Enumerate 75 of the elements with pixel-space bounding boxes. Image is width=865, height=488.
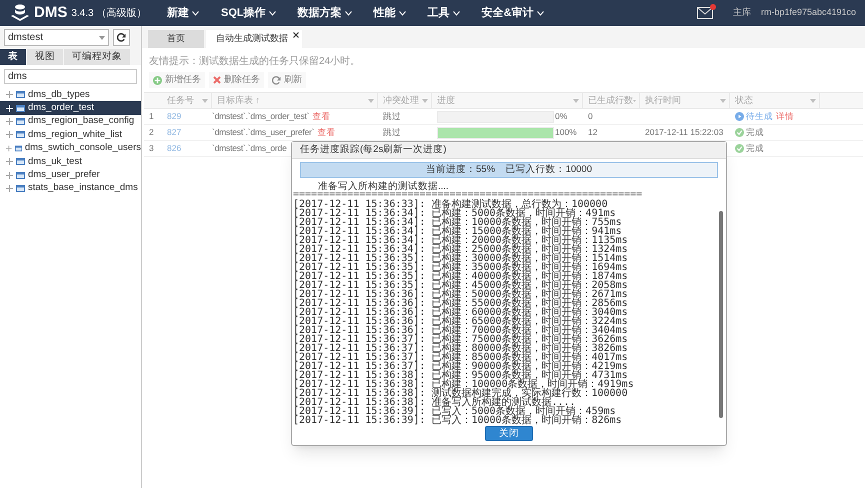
table-cell: 2017-12-11 15:22:03 bbox=[645, 126, 724, 139]
status-text: 完成 bbox=[746, 142, 764, 155]
database-select[interactable]: dmstest bbox=[4, 29, 109, 46]
separator-line: ========================================================== bbox=[293, 191, 644, 200]
log-line: [2017-12-11 15:36:37]: 已构建：80000条数据，时间开销：3826ms bbox=[293, 344, 629, 353]
log-line: [2017-12-11 15:36:37]: 已构建：75000条数据，时间开销：3626ms bbox=[293, 335, 629, 344]
log-line: [2017-12-11 15:36:36]: 已构建：60000条数据，时间开销：3040ms bbox=[293, 308, 629, 317]
tree-item[interactable]: dms_region_white_list bbox=[0, 128, 141, 142]
row-number: 1 bbox=[148, 110, 155, 123]
table-cell: 0 bbox=[588, 110, 593, 123]
log-line: [2017-12-11 15:36:38]: 已构建：100000条数据，时间开销：4919ms bbox=[293, 380, 635, 389]
status-text: 完成 bbox=[746, 126, 764, 139]
menu-item[interactable]: 性能 bbox=[374, 4, 406, 22]
log-line: [2017-12-11 15:36:34]: 已构建：25000条数据，时间开销：1324ms bbox=[293, 245, 629, 254]
log-line: [2017-12-11 15:36:34]: 已构建：5000条数据，时间开销：491ms bbox=[293, 209, 616, 218]
table-cell: 100% bbox=[555, 126, 577, 139]
toolbar-button[interactable]: 刷新 bbox=[268, 72, 306, 88]
tree-item[interactable]: dms_user_prefer bbox=[0, 168, 141, 182]
menu-item[interactable]: 新建 bbox=[167, 4, 199, 22]
log-line: [2017-12-11 15:36:36]: 已构建：50000条数据，时间开销：2671ms bbox=[293, 290, 629, 299]
log-line: [2017-12-11 15:36:38]: 测试数据构建完成，实际构建行数：100000 bbox=[293, 389, 629, 398]
close-button[interactable]: 关闭 bbox=[485, 426, 533, 441]
instance-name[interactable]: rm-bp1fe975abc4191co bbox=[761, 6, 861, 20]
dialog-title: 任务进度跟踪(每2s刷新一次进度) bbox=[292, 142, 726, 159]
status-message: 准备写入所构建的测试数据.... bbox=[317, 180, 450, 191]
log-line: [2017-12-11 15:36:33]: 准备构建测试数据，总行数为：100000 bbox=[293, 200, 608, 209]
role-label: 主库 bbox=[733, 6, 751, 20]
log-line: [2017-12-11 15:36:39]: 已写入：10000条数据，时间开销：826ms bbox=[293, 416, 623, 425]
log-line: [2017-12-11 15:36:36]: 已构建：65000条数据，时间开销：3224ms bbox=[293, 317, 629, 326]
table-cell: `dmstest`.`dms_user_prefer` bbox=[212, 126, 314, 139]
status-text: 待生成 bbox=[746, 110, 773, 123]
tree-item[interactable]: dms_swtich_console_users bbox=[0, 142, 141, 155]
menu-item[interactable]: 安全&审计 bbox=[482, 4, 544, 22]
table-cell: `dmstest`.`dms_orde bbox=[212, 142, 287, 155]
toolbar-button[interactable]: 删除任务 bbox=[209, 72, 264, 88]
table-cell: 跳过 bbox=[383, 110, 401, 123]
log-line: [2017-12-11 15:36:34]: 已构建：20000条数据，时间开销：1135ms bbox=[293, 236, 629, 245]
app-version: 3.4.3 （高级版） bbox=[71, 6, 146, 20]
table-cell: 跳过 bbox=[383, 126, 401, 139]
log-line: [2017-12-11 15:36:35]: 已构建：45000条数据，时间开销：2058ms bbox=[293, 281, 629, 290]
tree-item[interactable]: dms_uk_test bbox=[0, 154, 141, 168]
page-tab[interactable]: 自动生成测试数据 bbox=[206, 30, 302, 48]
sidebar-tab[interactable]: 视图 bbox=[26, 49, 63, 65]
table-cell: 12 bbox=[588, 126, 598, 139]
log-line: [2017-12-11 15:36:35]: 已构建：30000条数据，时间开销：1514ms bbox=[293, 254, 629, 263]
sidebar-tab[interactable]: 可编程对象 bbox=[63, 49, 130, 65]
log-line: [2017-12-11 15:36:36]: 已构建：55000条数据，时间开销：2856ms bbox=[293, 299, 629, 308]
toolbar-button[interactable]: 新增任务 bbox=[149, 72, 205, 88]
log-line: [2017-12-11 15:36:35]: 已构建：35000条数据，时间开销：1694ms bbox=[293, 263, 629, 272]
log-line: [2017-12-11 15:36:34]: 已构建：10000条数据，时间开销：755ms bbox=[293, 218, 623, 227]
app-name: DMS bbox=[34, 2, 68, 23]
log-line: [2017-12-11 15:36:34]: 已构建：15000条数据，时间开销：941ms bbox=[293, 227, 622, 236]
table-cell: `dmstest`.`dms_order_test` bbox=[212, 110, 310, 123]
row-number: 2 bbox=[148, 126, 155, 139]
page-tab[interactable]: 首页 bbox=[148, 30, 204, 48]
log-line: [2017-12-11 15:36:37]: 已构建：90000条数据，时间开销：4219ms bbox=[293, 362, 629, 371]
sidebar-tab[interactable]: 表 bbox=[0, 49, 26, 65]
log-line: [2017-12-11 15:36:35]: 已构建：40000条数据，时间开销：1874ms bbox=[293, 272, 629, 281]
log-line: [2017-12-11 15:36:38]: 已构建：95000条数据，时间开销：4731ms bbox=[293, 371, 628, 380]
log-line: [2017-12-11 15:36:39]: 已写入：5000条数据，时间开销：459ms bbox=[293, 407, 616, 416]
tree-item[interactable]: dms_order_test bbox=[0, 101, 141, 115]
tree-item[interactable]: dms_db_types bbox=[0, 88, 141, 102]
progress-text: 当前进度：55% 已写入行数：10000 bbox=[425, 163, 593, 177]
menu-item[interactable]: SQL操作 bbox=[221, 4, 276, 22]
table-cell: 0% bbox=[555, 110, 568, 123]
hint-text: 友情提示：测试数据生成的任务只保留24小时。 bbox=[148, 54, 362, 69]
row-number: 3 bbox=[148, 142, 155, 155]
filter-field[interactable]: dms bbox=[4, 69, 137, 84]
menu-item[interactable]: 数据方案 bbox=[298, 4, 352, 22]
log-line: [2017-12-11 15:36:38]: 准备写入所构建的测试数据.... bbox=[293, 398, 576, 407]
log-line: [2017-12-11 15:36:36]: 已构建：70000条数据，时间开销：3404ms bbox=[293, 326, 629, 335]
log-line: [2017-12-11 15:36:37]: 已构建：85000条数据，时间开销：4017ms bbox=[293, 353, 629, 362]
menu-item[interactable]: 工具 bbox=[428, 4, 460, 22]
tree-item[interactable]: dms_region_base_config bbox=[0, 114, 141, 128]
tree-item[interactable]: stats_base_instance_dms bbox=[0, 182, 141, 196]
